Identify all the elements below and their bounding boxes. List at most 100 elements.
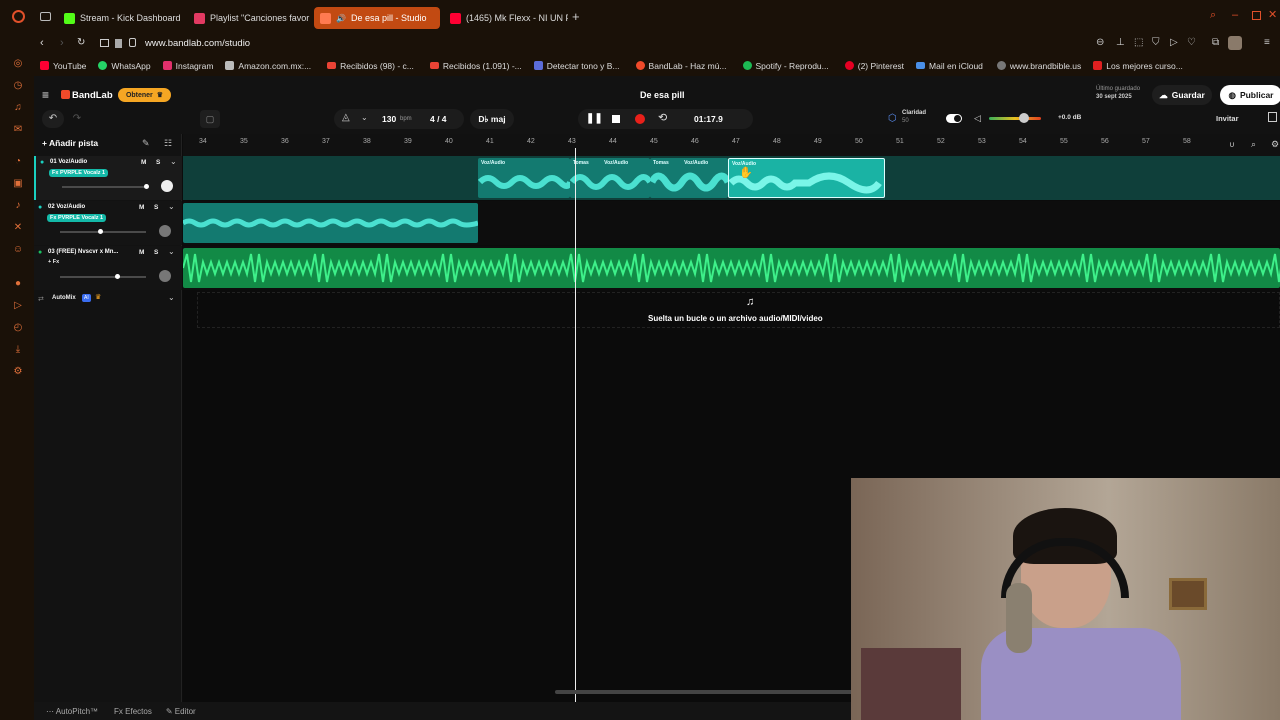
chevron-down-icon[interactable]: ⌄ [168,202,175,211]
get-membership-button[interactable]: Obtener ♛ [118,88,171,102]
wand-icon[interactable]: ✎ [142,138,150,149]
snapshot-icon[interactable] [100,39,109,47]
tab-overview-icon[interactable] [40,12,51,21]
magnet-icon[interactable]: ∪ [1229,140,1235,149]
pan-knob[interactable] [159,225,171,237]
loop-icon[interactable]: ⟲ [658,111,667,124]
volume-knob[interactable] [1019,113,1029,123]
bookmark-detectar-tono[interactable]: Detectar tono y B... [533,61,620,71]
profile-avatar[interactable] [1228,36,1242,50]
save-button[interactable]: ☁ Guardar [1152,85,1212,105]
discord-icon[interactable]: ☺ [12,244,24,256]
clock-icon[interactable]: ◴ [12,322,24,334]
chevron-down-icon[interactable]: ⌄ [168,247,175,256]
track-volume-slider[interactable] [62,184,149,189]
lane-03[interactable] [183,246,1280,290]
redo-icon[interactable]: ↷ [66,110,88,128]
instagram-icon[interactable]: ▣ [12,178,24,190]
reload-icon[interactable]: ↻ [77,37,85,48]
slider-knob[interactable] [98,229,103,234]
effects-tab[interactable]: Fx Efectos [114,707,152,716]
audio-clip[interactable]: Tomas Voz/Audio [650,158,728,198]
settings-icon[interactable]: ⚙ [1271,139,1279,150]
bookmark-bandlab[interactable]: BandLab - Haz mú... [635,61,727,71]
bookmark-gmail-1[interactable]: Recibidos (98) - c... [327,61,414,71]
slider-knob[interactable] [144,184,149,189]
bookmark-instagram[interactable]: Instagram [162,61,213,71]
automix-row[interactable]: ⇄ AutoMix AI ♛ ⌄ [34,292,182,308]
history-icon[interactable]: ◷ [12,80,24,92]
undo-icon[interactable]: ↶ [42,110,64,128]
close-icon[interactable]: ✕ [1268,8,1277,21]
metronome-icon[interactable]: ▢ [200,110,220,128]
mute-button[interactable]: M [139,249,144,256]
whatsapp-icon[interactable]: ◔ [12,156,24,168]
publish-button[interactable]: ◍ Publicar [1220,85,1280,105]
capture-icon[interactable]: ⬚ [1134,37,1143,48]
play-icon[interactable]: ▷ [1170,37,1178,48]
add-track-button[interactable]: + Añadir pista [42,138,98,148]
playhead[interactable] [575,148,576,710]
search-icon[interactable]: ⌕ [1210,9,1216,22]
solo-button[interactable]: S [154,204,158,211]
horizontal-scrollbar[interactable] [555,690,855,694]
timeline-ruler[interactable]: 34 35 36 37 38 39 40 41 42 43 44 45 46 47 48 49 50 51 52 53… [183,134,1280,156]
download-icon[interactable]: ⤓ [12,344,24,356]
chevron-down-icon[interactable]: ⌄ [170,157,177,166]
tiktok-icon[interactable]: ♪ [12,200,24,212]
slider-knob[interactable] [115,274,120,279]
track-name[interactable]: 03 (FREE) Nvscvr x Mn... [48,249,118,255]
settings-icon[interactable]: ⚙ [12,366,24,378]
bookmark-brandbible[interactable]: www.brandbible.us [996,61,1081,71]
new-tab-icon[interactable]: + [572,9,580,24]
forward-icon[interactable]: › [60,37,64,49]
autopitch-tab[interactable]: ⋯ AutoPitch™ [46,707,98,716]
bookmark-pinterest[interactable]: (2) Pinterest [844,61,904,71]
track-name[interactable]: 01 Voz/Audio [50,159,87,165]
heart-icon[interactable]: ♡ [1187,37,1196,48]
tab-youtube[interactable]: (1465) Mk Flexx - NI UN P [444,7,568,29]
panel-icon[interactable] [1268,112,1277,122]
x-icon[interactable]: ✕ [12,222,24,234]
track-volume-slider[interactable] [60,274,146,279]
zoom-icon[interactable]: ⊖ [1096,37,1104,48]
music-player-icon[interactable]: ♫ [12,102,24,114]
shield-icon[interactable]: ⛉ [1152,37,1160,48]
lane-02[interactable] [183,201,1280,245]
mute-button[interactable]: M [141,159,146,166]
track-header-02[interactable]: ● 02 Voz/Audio Fx PVRPLE Vocalz 1 M S ⌄ [34,201,182,245]
back-icon[interactable]: ‹ [40,37,44,49]
audio-clip[interactable]: Voz/Audio [478,158,570,198]
lane-01[interactable]: Voz/Audio Tomas Voz/Audio Tomas Voz/Audi… [183,156,1280,200]
audio-clip[interactable] [183,203,478,243]
tab-playlist[interactable]: Playlist "Canciones favor [188,7,312,29]
drop-zone[interactable]: ♫ Suelta un bucle o un archivo audio/MID… [197,292,1280,328]
pan-knob[interactable] [161,180,173,192]
chevron-down-icon[interactable]: ⌄ [361,113,368,122]
bookmark-cursos[interactable]: Los mejores curso... [1093,61,1183,71]
time-signature[interactable]: 4 / 4 [430,114,447,124]
editor-tab[interactable]: ✎ Editor [166,707,196,716]
solo-button[interactable]: S [156,159,160,166]
tuner-icon[interactable]: ◬ [342,112,350,123]
project-title[interactable]: De esa pill [640,90,685,100]
record-icon[interactable] [635,114,645,124]
track-header-03[interactable]: ● 03 (FREE) Nvscvr x Mn... + Fx M S ⌄ [34,246,182,290]
track-volume-slider[interactable] [60,229,146,234]
mail-icon[interactable]: ✉ [12,124,24,136]
beat-clip[interactable] [183,248,1280,288]
tab-bandlab-studio[interactable]: 🔊 De esa pill - Studio [314,7,440,29]
aria-icon[interactable]: ◎ [12,58,24,70]
invite-button[interactable]: Invitar [1216,114,1239,123]
fx-chip[interactable]: Fx PVRPLE Vocalz 1 [47,214,107,222]
maximize-icon[interactable] [1252,11,1261,20]
extensions-icon[interactable]: ⧉ [1212,37,1219,48]
audio-clip[interactable]: Tomas Voz/Audio [570,158,650,198]
bookmark-spotify[interactable]: Spotify - Reprodu... [742,61,829,71]
player-icon[interactable]: ▷ [12,300,24,312]
stop-icon[interactable] [612,115,620,123]
mute-button[interactable]: M [139,204,144,211]
hamburger-menu-icon[interactable]: ≡ [42,88,49,102]
bookmark-icloud[interactable]: Mail en iCloud [916,61,983,71]
pin-icon[interactable]: ⊥ [1116,37,1125,48]
